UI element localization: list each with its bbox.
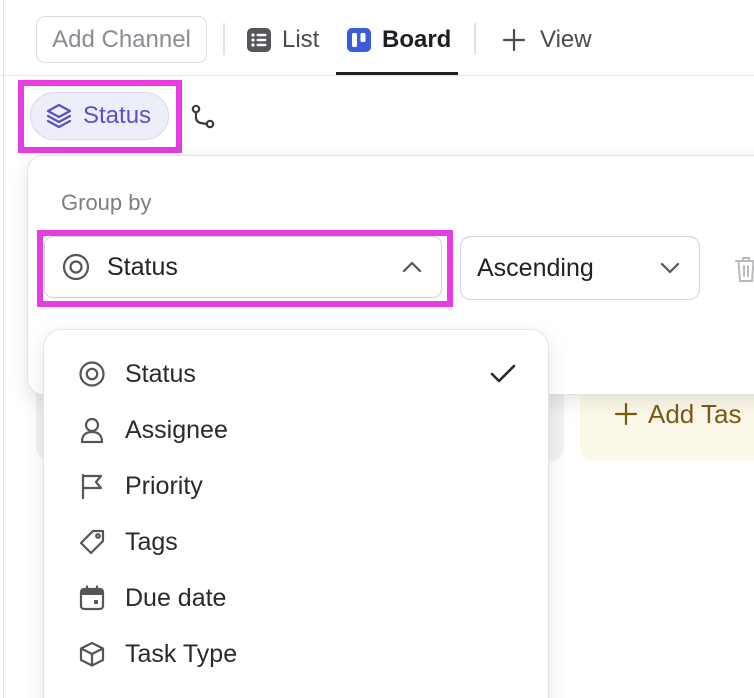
tag-icon <box>76 526 108 558</box>
left-border <box>3 0 4 698</box>
active-tab-indicator <box>336 72 458 75</box>
status-icon <box>76 358 108 390</box>
menu-item-label: Priority <box>125 471 203 500</box>
menu-item-label: Due date <box>125 583 227 612</box>
view-bar: Add Channel List Board View <box>0 0 754 76</box>
group-by-select[interactable]: Status <box>44 236 442 298</box>
subgroup-button[interactable] <box>186 100 220 134</box>
sort-order-value: Ascending <box>477 253 594 282</box>
tab-list-label: List <box>282 26 320 53</box>
layers-icon <box>45 102 73 130</box>
menu-item-label: Status <box>125 359 196 388</box>
add-view-label: View <box>540 26 592 53</box>
list-icon <box>246 27 272 53</box>
menu-item-assignee[interactable]: Assignee <box>76 406 526 454</box>
add-task-label: Add Tas <box>648 398 742 429</box>
divider <box>474 23 476 55</box>
check-icon <box>490 364 516 384</box>
cube-icon <box>76 638 108 670</box>
menu-item-label: Tags <box>125 527 178 556</box>
tab-list[interactable]: List <box>246 18 319 62</box>
flag-icon <box>76 470 108 502</box>
group-by-chip[interactable]: Status <box>30 92 169 140</box>
trash-icon <box>734 254 754 284</box>
divider <box>223 23 225 55</box>
group-by-label: Group by <box>61 190 152 215</box>
status-icon <box>61 252 91 282</box>
add-task-button[interactable]: Add Tas <box>614 392 741 436</box>
menu-item-task-type[interactable]: Task Type <box>76 630 526 678</box>
remove-group-button[interactable] <box>734 254 754 284</box>
menu-item-label: Task Type <box>125 639 238 668</box>
menu-item-priority[interactable]: Priority <box>76 462 526 510</box>
menu-item-status[interactable]: Status <box>76 350 526 398</box>
tab-board[interactable]: Board <box>346 18 451 62</box>
menu-item-due-date[interactable]: Due date <box>76 574 526 622</box>
subgroup-icon <box>189 103 217 131</box>
sort-order-select[interactable]: Ascending <box>460 236 700 300</box>
menu-item-label: Assignee <box>125 415 228 444</box>
menu-item-tags[interactable]: Tags <box>76 518 526 566</box>
group-by-select-value: Status <box>107 252 178 281</box>
calendar-icon <box>76 582 108 614</box>
add-channel-button[interactable]: Add Channel <box>36 16 207 63</box>
person-icon <box>76 414 108 446</box>
tab-board-label: Board <box>382 26 452 53</box>
group-by-chip-label: Status <box>83 102 152 129</box>
plus-icon <box>614 402 638 426</box>
chevron-up-icon <box>401 260 423 274</box>
chevron-down-icon <box>659 261 681 275</box>
plus-icon <box>502 28 526 52</box>
board-icon <box>346 27 372 53</box>
add-view-button[interactable]: View <box>502 18 592 62</box>
